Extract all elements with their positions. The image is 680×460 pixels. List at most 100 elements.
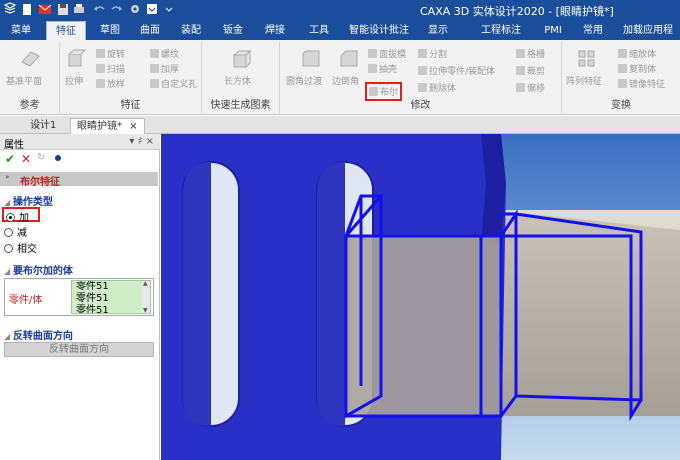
fillet-icon[interactable] bbox=[300, 48, 322, 70]
option-add[interactable]: 加 bbox=[2, 207, 40, 224]
tab-weld[interactable]: 焊接 bbox=[256, 21, 294, 40]
group-features: 拉伸 旋转 扫描 放样 螺纹 加厚 自定义孔 特征 bbox=[60, 42, 202, 113]
thread-button[interactable]: 螺纹 bbox=[150, 47, 179, 60]
print-icon[interactable] bbox=[72, 2, 86, 17]
window-title: CAXA 3D 实体设计2020 - [眼睛护镜*] bbox=[420, 5, 614, 18]
revolve-button[interactable]: 旋转 bbox=[96, 47, 125, 60]
collapse-icon[interactable]: ◢ bbox=[4, 267, 13, 276]
bodies-header: ◢ 要布尔加的体 bbox=[4, 266, 73, 277]
tab-sketch[interactable]: 草图 bbox=[92, 21, 128, 40]
new-file-icon[interactable] bbox=[20, 2, 34, 17]
collapse-icon[interactable]: ▸ bbox=[6, 172, 10, 181]
scale-button[interactable]: 缩放体 bbox=[618, 47, 656, 60]
doc-tab-goggles[interactable]: 眼睛护镜* × bbox=[70, 118, 145, 134]
draft-button[interactable]: 面拔模 bbox=[368, 47, 406, 60]
bodies-box: 零件/体 零件51 零件51 零件51 ▲ ▼ bbox=[4, 278, 154, 316]
list-item[interactable]: 零件51 bbox=[76, 281, 109, 293]
collapse-icon[interactable]: ◢ bbox=[4, 198, 13, 207]
radio-icon bbox=[4, 244, 13, 253]
scroll-down-icon[interactable]: ▼ bbox=[143, 307, 148, 313]
scroll-up-icon[interactable]: ▲ bbox=[143, 281, 148, 287]
pattern-icon[interactable] bbox=[576, 48, 598, 70]
bridge-block bbox=[346, 236, 501, 416]
radio-icon bbox=[4, 228, 13, 237]
radio-icon bbox=[6, 213, 15, 222]
panel-window-controls[interactable]: ▾ ♯ × bbox=[129, 136, 154, 147]
thicken-button[interactable]: 加厚 bbox=[150, 62, 179, 75]
panel-header: 属性 ▾ ♯ × bbox=[0, 134, 160, 151]
doc-tab-design1[interactable]: 设计1 bbox=[24, 118, 62, 134]
box-icon[interactable] bbox=[230, 48, 252, 70]
group-modify: 圆角过渡 边倒角 面拔模 抽壳 布尔 分割 拉伸零件/装配体 删除体 格栅 裁剪… bbox=[280, 42, 562, 113]
cut-button[interactable]: 裁剪 bbox=[516, 64, 545, 77]
loft-button[interactable]: 放样 bbox=[96, 77, 125, 90]
menu-bar: 菜单 特征 草图 曲面 装配 钣金 焊接 工具 智能设计批注 显示 工程标注 P… bbox=[0, 20, 680, 40]
tab-assembly[interactable]: 装配 bbox=[172, 21, 210, 40]
delete-body-button[interactable]: 删除体 bbox=[418, 81, 456, 94]
customize-icon[interactable] bbox=[162, 2, 176, 17]
group-reference: 基准平面 参考 bbox=[0, 42, 60, 113]
preview-icon[interactable]: ↻ bbox=[37, 152, 45, 163]
offset-button[interactable]: 偏移 bbox=[516, 81, 545, 94]
option-intersect[interactable]: 相交 bbox=[4, 240, 37, 255]
tab-menu[interactable]: 菜单 bbox=[6, 21, 36, 40]
list-item[interactable]: 零件51 bbox=[76, 305, 109, 313]
extrude-parts-button[interactable]: 拉伸零件/装配体 bbox=[418, 64, 495, 77]
group-label-transform: 变换 bbox=[611, 100, 631, 111]
group-label-quick: 快速生成图素 bbox=[210, 100, 271, 111]
panel-title: 属性 bbox=[4, 140, 24, 151]
tab-addins[interactable]: 加载应用程 bbox=[616, 21, 680, 40]
datum-plane-button[interactable]: 基准平面 bbox=[6, 74, 42, 87]
group-label-features: 特征 bbox=[120, 100, 141, 111]
copy-body-button[interactable]: 复制体 bbox=[618, 62, 656, 75]
tab-annotation[interactable]: 工程标注 bbox=[472, 21, 530, 40]
sweep-button[interactable]: 扫描 bbox=[96, 62, 125, 75]
ok-icon[interactable]: ✔ bbox=[5, 152, 15, 166]
panel-toolbar: ✔ ✕ ↻ bbox=[3, 152, 157, 166]
tab-smart-design[interactable]: 智能设计批注 bbox=[340, 21, 418, 40]
mail-icon[interactable] bbox=[38, 2, 52, 17]
3d-viewport[interactable] bbox=[161, 134, 680, 460]
extrude-button[interactable]: 拉伸 bbox=[65, 74, 83, 87]
extrude-icon[interactable] bbox=[65, 48, 87, 70]
dropdown-icon[interactable] bbox=[145, 2, 159, 17]
doc-tab-label: 眼睛护镜* bbox=[77, 121, 122, 132]
tab-common[interactable]: 常用 bbox=[576, 21, 610, 40]
ribbon: 基准平面 参考 拉伸 旋转 扫描 放样 螺纹 加厚 自定义孔 特征 长方体 快速… bbox=[0, 40, 680, 115]
list-scrollbar[interactable]: ▲ ▼ bbox=[142, 281, 150, 313]
slot-left-wall bbox=[183, 162, 211, 426]
mesh-button[interactable]: 格栅 bbox=[516, 47, 545, 60]
model-canvas[interactable] bbox=[161, 134, 680, 460]
list-item[interactable]: 零件51 bbox=[76, 293, 109, 305]
chamfer-icon[interactable] bbox=[338, 48, 360, 70]
redo-icon[interactable] bbox=[110, 2, 124, 17]
tab-tools[interactable]: 工具 bbox=[300, 21, 338, 40]
app-logo-icon bbox=[3, 2, 17, 17]
shell-button[interactable]: 抽壳 bbox=[368, 62, 397, 75]
tab-display[interactable]: 显示 bbox=[420, 21, 456, 40]
cancel-icon[interactable]: ✕ bbox=[21, 152, 31, 166]
box-button[interactable]: 长方体 bbox=[224, 74, 251, 87]
chamfer-button[interactable]: 边倒角 bbox=[332, 74, 359, 87]
save-icon[interactable] bbox=[56, 2, 70, 17]
fillet-button[interactable]: 圆角过渡 bbox=[286, 74, 322, 87]
datum-plane-icon[interactable] bbox=[19, 48, 41, 70]
pattern-button[interactable]: 阵列特征 bbox=[566, 74, 602, 87]
settings-icon[interactable] bbox=[128, 2, 142, 17]
custom-hole-button[interactable]: 自定义孔 bbox=[150, 77, 197, 90]
reverse-button[interactable]: 反转曲面方向 bbox=[4, 342, 154, 357]
tab-surface[interactable]: 曲面 bbox=[132, 21, 168, 40]
collapse-icon[interactable]: ◢ bbox=[4, 332, 13, 341]
group-quick: 长方体 快速生成图素 bbox=[202, 42, 280, 113]
help-icon[interactable] bbox=[55, 155, 61, 161]
tab-features[interactable]: 特征 bbox=[46, 21, 86, 40]
close-tab-icon[interactable]: × bbox=[129, 121, 137, 132]
parts-list[interactable]: 零件51 零件51 零件51 ▲ ▼ bbox=[71, 280, 151, 314]
option-subtract[interactable]: 减 bbox=[4, 224, 27, 239]
group-transform: 阵列特征 缩放体 复制体 镜像特征 变换 bbox=[562, 42, 680, 113]
tab-pmi[interactable]: PMI bbox=[538, 21, 568, 40]
split-button[interactable]: 分割 bbox=[418, 47, 447, 60]
undo-icon[interactable] bbox=[92, 2, 106, 17]
mirror-button[interactable]: 镜像特征 bbox=[618, 77, 665, 90]
tab-sheetmetal[interactable]: 钣金 bbox=[214, 21, 252, 40]
